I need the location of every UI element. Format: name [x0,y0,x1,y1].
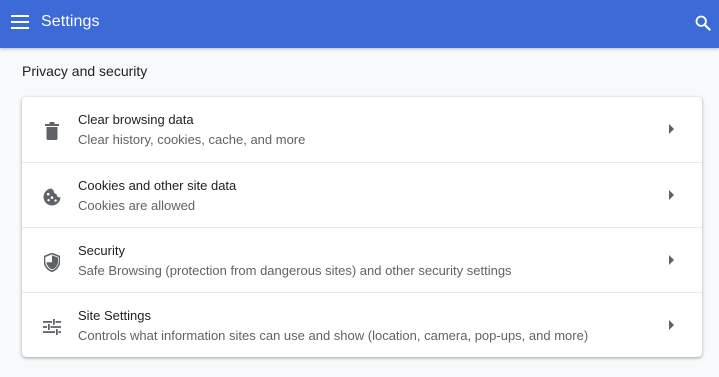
clear-browsing-data-row[interactable]: Clear browsing data Clear history, cooki… [22,97,702,162]
site-settings-row[interactable]: Site Settings Controls what information … [22,292,702,357]
section-heading-privacy-and-security: Privacy and security [22,63,148,79]
chevron-right-icon [665,318,679,332]
hamburger-menu-icon [11,15,29,29]
security-row[interactable]: Security Safe Browsing (protection from … [22,227,702,292]
cookie-icon [40,185,64,209]
clear-browsing-data-label: Clear browsing data [78,112,194,127]
site-settings-description: Controls what information sites can use … [78,328,589,343]
cookies-and-site-data-description: Cookies are allowed [78,198,196,213]
chevron-right-icon [665,188,679,202]
search-settings-button[interactable] [690,10,716,36]
cookies-and-site-data-label: Cookies and other site data [78,178,237,193]
clear-browsing-data-description: Clear history, cookies, cache, and more [78,132,306,147]
site-settings-label: Site Settings [78,308,151,323]
privacy-settings-card: Clear browsing data Clear history, cooki… [22,97,702,357]
security-description: Safe Browsing (protection from dangerous… [78,263,512,278]
cookies-and-site-data-row[interactable]: Cookies and other site data Cookies are … [22,162,702,227]
shield-icon [40,250,64,274]
page-title: Settings [41,13,100,30]
tune-sliders-icon [40,315,64,339]
search-icon [695,15,711,31]
security-label: Security [78,243,125,258]
main-menu-button[interactable] [6,8,34,36]
top-toolbar: Settings [0,0,719,48]
chevron-right-icon [665,122,679,136]
trash-icon [40,119,64,143]
chevron-right-icon [665,253,679,267]
